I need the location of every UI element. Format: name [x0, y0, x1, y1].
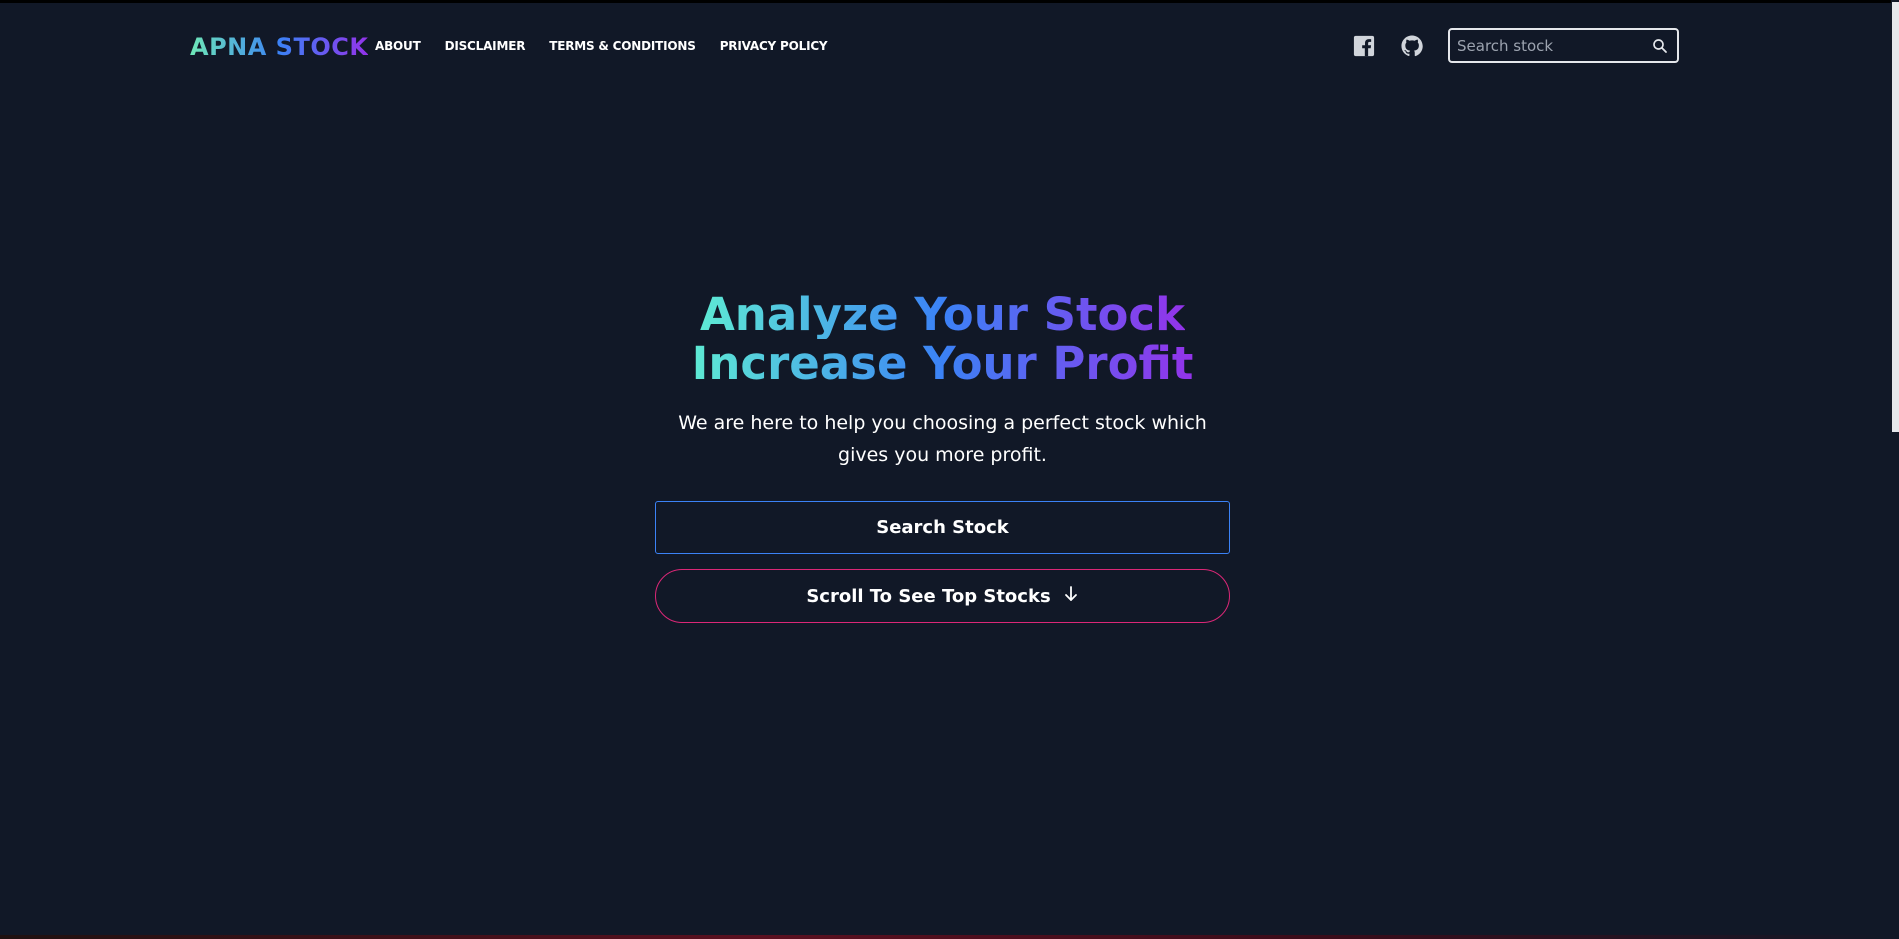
hero-title-line-2: Increase Your Profit	[691, 337, 1194, 390]
hero-title: Analyze Your Stock Increase Your Profit	[0, 290, 1885, 388]
scroll-button-label: Scroll To See Top Stocks	[806, 585, 1051, 607]
navbar: APNA STOCK ABOUT DISCLAIMER TERMS & COND…	[0, 0, 1880, 94]
nav-link-privacy[interactable]: PRIVACY POLICY	[720, 39, 828, 53]
brand-logo[interactable]: APNA STOCK	[190, 33, 368, 61]
nav-links: ABOUT DISCLAIMER TERMS & CONDITIONS PRIV…	[375, 39, 828, 53]
bottom-edge	[0, 935, 1899, 939]
hero-title-line-1: Analyze Your Stock	[699, 288, 1186, 341]
search-box	[1448, 28, 1679, 63]
nav-link-terms[interactable]: TERMS & CONDITIONS	[549, 39, 696, 53]
scrollbar-thumb[interactable]	[1892, 2, 1899, 432]
scroll-top-stocks-button[interactable]: Scroll To See Top Stocks	[655, 569, 1230, 623]
facebook-icon[interactable]	[1353, 35, 1375, 57]
search-stock-button-label: Search Stock	[876, 517, 1009, 538]
search-icon[interactable]	[1651, 37, 1669, 55]
github-icon[interactable]	[1401, 35, 1423, 57]
nav-link-disclaimer[interactable]: DISCLAIMER	[445, 39, 526, 53]
search-stock-button[interactable]: Search Stock	[655, 501, 1230, 554]
hero-subtitle: We are here to help you choosing a perfe…	[678, 412, 1207, 466]
search-input[interactable]	[1450, 35, 1649, 56]
nav-link-about[interactable]: ABOUT	[375, 39, 421, 53]
arrow-down-icon	[1063, 585, 1079, 608]
